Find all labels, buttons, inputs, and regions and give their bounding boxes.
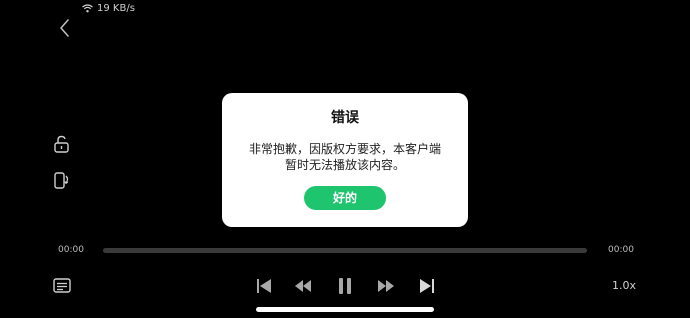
dialog-message-line2: 暂时无法播放该内容。 xyxy=(284,158,405,172)
screen-rotate-icon xyxy=(54,172,69,189)
skip-previous-icon xyxy=(257,279,271,293)
dialog-title: 错误 xyxy=(331,110,359,126)
skip-next-icon xyxy=(420,279,434,293)
pause-icon xyxy=(339,278,351,294)
rewind-button[interactable] xyxy=(293,276,313,296)
subtitles-button[interactable] xyxy=(52,276,72,296)
subtitles-icon xyxy=(53,278,71,293)
rotate-button[interactable] xyxy=(52,170,72,190)
previous-button[interactable] xyxy=(254,276,274,296)
dialog-message: 非常抱歉，因版权方要求，本客户端 暂时无法播放该内容。 xyxy=(240,141,450,173)
unlock-icon xyxy=(54,135,69,153)
total-time: 00:00 xyxy=(608,245,634,255)
ok-button[interactable]: 好的 xyxy=(304,186,386,210)
back-button[interactable] xyxy=(56,16,76,40)
status-bar: 19 KB/s xyxy=(82,3,135,14)
pause-button[interactable] xyxy=(335,276,355,296)
wifi-icon xyxy=(82,4,93,13)
progress-bar[interactable] xyxy=(103,248,587,253)
back-icon xyxy=(60,19,69,37)
network-speed: 19 KB/s xyxy=(97,3,135,14)
error-dialog: 错误 非常抱歉，因版权方要求，本客户端 暂时无法播放该内容。 好的 xyxy=(222,93,468,227)
current-time: 00:00 xyxy=(58,245,84,255)
next-button[interactable] xyxy=(417,276,437,296)
home-indicator[interactable] xyxy=(256,307,434,312)
dialog-message-line1: 非常抱歉，因版权方要求，本客户端 xyxy=(248,142,441,156)
lock-button[interactable] xyxy=(52,134,72,154)
fast-forward-button[interactable] xyxy=(376,276,396,296)
fast-forward-icon xyxy=(378,280,394,292)
playback-speed-button[interactable]: 1.0x xyxy=(612,279,636,292)
rewind-icon xyxy=(295,280,311,292)
